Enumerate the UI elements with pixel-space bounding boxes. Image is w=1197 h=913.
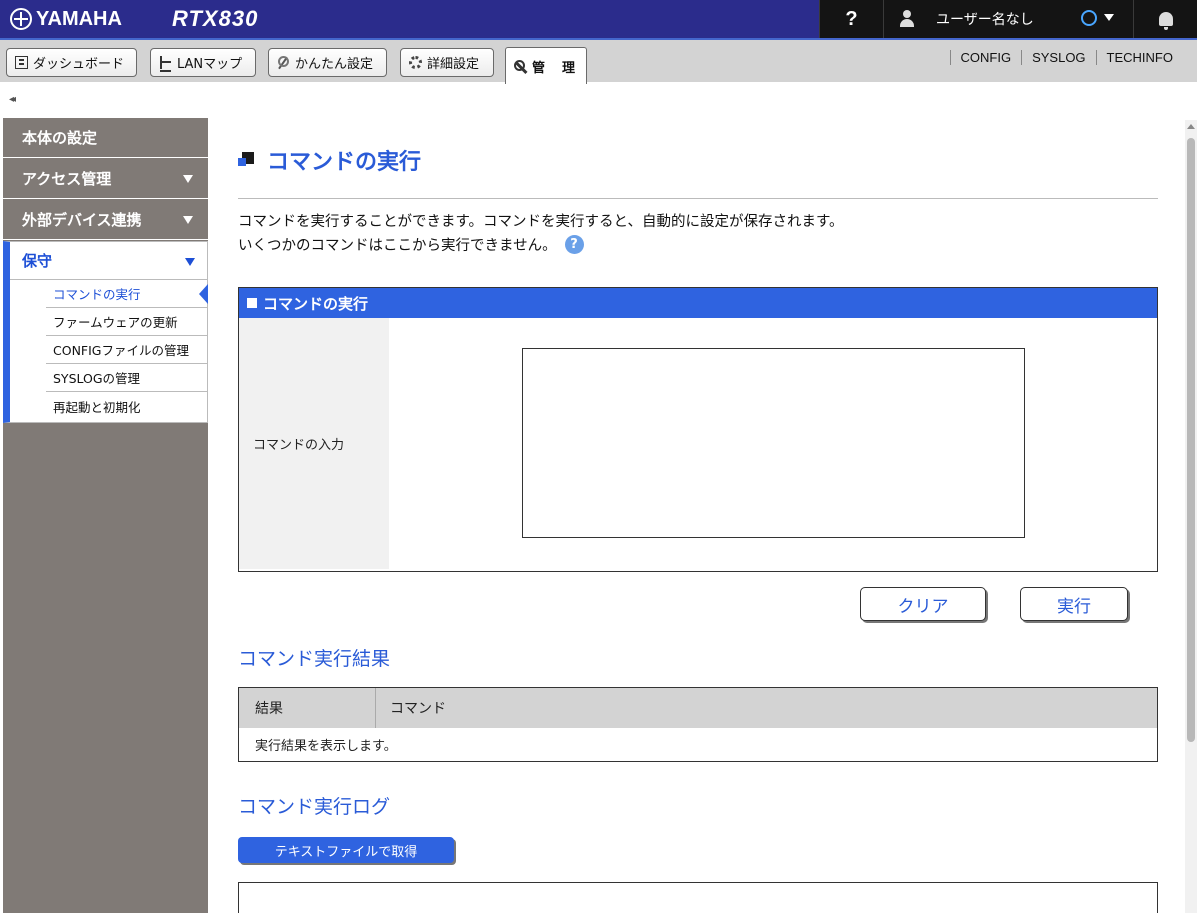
tab-label: かんたん設定	[295, 57, 374, 72]
chevron-down-icon	[1104, 14, 1114, 21]
sidebar-subitem-command-execution[interactable]: コマンドの実行	[46, 280, 208, 308]
sidebar-item-label: 保守	[22, 252, 53, 270]
tab-dashboard[interactable]: ダッシュボード	[6, 48, 137, 77]
lan-map-icon	[159, 56, 172, 72]
user-icon	[900, 10, 914, 28]
syslog-link[interactable]: SYSLOG	[1021, 50, 1095, 65]
top-links: CONFIG SYSLOG TECHINFO	[949, 50, 1183, 65]
tuning-fork-logo-icon	[10, 8, 32, 30]
chevron-down-icon	[183, 175, 193, 183]
tab-advanced-settings[interactable]: 詳細設定	[400, 48, 494, 77]
tab-label: ダッシュボード	[33, 57, 125, 72]
help-button[interactable]: ?	[819, 0, 883, 38]
panel-header: コマンドの実行	[239, 288, 1157, 318]
main-tab-bar: ダッシュボード LANマップ かんたん設定 詳細設定 管 理 CONFIG SY…	[0, 38, 1197, 84]
description-line-1: コマンドを実行することができます。コマンドを実行すると、自動的に設定が保存されま…	[238, 214, 844, 230]
yamaha-logo: YAMAHA	[10, 7, 122, 31]
results-table: 結果 コマンド 実行結果を表示します。	[238, 687, 1158, 762]
command-panel: コマンドの実行 コマンドの入力	[238, 287, 1158, 572]
model-name: RTX830	[172, 6, 259, 31]
collapse-sidebar-icon[interactable]: ◂◂	[9, 94, 16, 105]
title-divider	[238, 198, 1158, 199]
sidebar-item-maintenance[interactable]: 保守	[10, 242, 207, 280]
page-title: コマンドの実行	[238, 144, 421, 176]
help-icon[interactable]: ?	[564, 235, 584, 254]
sidebar-item-external-devices[interactable]: 外部デバイス連携	[3, 200, 208, 240]
sidebar-item-device-settings[interactable]: 本体の設定	[3, 118, 208, 158]
tab-label: 詳細設定	[427, 57, 480, 72]
wrench-icon	[514, 59, 527, 73]
tab-label: 管 理	[532, 60, 578, 76]
results-table-header: 結果 コマンド	[239, 688, 1157, 728]
execute-button[interactable]: 実行	[1020, 587, 1128, 621]
command-input-label: コマンドの入力	[239, 318, 389, 569]
tab-lan-map[interactable]: LANマップ	[150, 48, 256, 77]
description-line-2: いくつかのコマンドはここから実行できません。 ?	[238, 234, 584, 255]
sidebar-subitem-firmware-update[interactable]: ファームウェアの更新	[46, 308, 207, 336]
config-link[interactable]: CONFIG	[949, 50, 1022, 65]
user-menu[interactable]: ユーザー名なし	[883, 0, 1133, 38]
sidebar-subitem-syslog[interactable]: SYSLOGの管理	[46, 364, 207, 392]
log-output	[238, 882, 1158, 913]
chevron-down-icon	[183, 216, 193, 224]
log-heading: コマンド実行ログ	[238, 796, 391, 818]
techinfo-link[interactable]: TECHINFO	[1095, 50, 1183, 65]
sidebar-item-label: アクセス管理	[22, 170, 112, 188]
bell-icon	[1158, 12, 1173, 30]
tab-easy-setup[interactable]: かんたん設定	[268, 48, 387, 77]
description-text: いくつかのコマンドはここから実行できません。	[238, 238, 557, 254]
chevron-down-icon	[185, 258, 195, 266]
status-ring-icon	[1081, 10, 1097, 26]
command-input[interactable]	[522, 348, 1025, 538]
vertical-scrollbar[interactable]	[1185, 120, 1197, 913]
sidebar-subitem-restart-reset[interactable]: 再起動と初期化	[46, 392, 207, 420]
dashboard-icon	[15, 56, 28, 69]
sidebar-item-label: 本体の設定	[22, 129, 98, 147]
sidebar-item-access-management[interactable]: アクセス管理	[3, 159, 208, 199]
scrollbar-thumb[interactable]	[1187, 138, 1195, 742]
question-icon: ?	[845, 7, 858, 30]
title-square-icon	[238, 152, 254, 168]
column-header-command: コマンド	[390, 701, 446, 717]
sidebar: 本体の設定 アクセス管理 外部デバイス連携 保守 コマンドの実行 ファームウェア…	[3, 118, 208, 913]
top-header: YAMAHA RTX830 ? ユーザー名なし	[0, 0, 1197, 38]
tab-label: LANマップ	[177, 57, 243, 72]
results-heading: コマンド実行結果	[238, 648, 391, 670]
sidebar-item-label: 外部デバイス連携	[22, 211, 142, 229]
clear-button[interactable]: クリア	[860, 587, 986, 621]
download-log-button[interactable]: テキストファイルで取得	[238, 837, 454, 863]
header-right-bar: ? ユーザー名なし	[819, 0, 1197, 38]
table-row: 実行結果を表示します。	[255, 739, 397, 754]
page-title-text: コマンドの実行	[267, 150, 422, 175]
sidebar-subitem-config-files[interactable]: CONFIGファイルの管理	[46, 336, 207, 364]
user-name: ユーザー名なし	[936, 12, 1034, 28]
scroll-up-icon[interactable]	[1187, 124, 1195, 129]
notification-button[interactable]	[1133, 0, 1197, 38]
panel-title: コマンドの実行	[263, 294, 369, 313]
magic-wand-icon	[277, 56, 290, 69]
tab-management[interactable]: 管 理	[505, 47, 587, 84]
column-header-result: 結果	[239, 688, 376, 728]
gear-icon	[409, 56, 422, 69]
panel-square-icon	[247, 298, 257, 308]
sidebar-section-maintenance: 保守 コマンドの実行 ファームウェアの更新 CONFIGファイルの管理 SYSL…	[3, 241, 208, 423]
brand-name: YAMAHA	[36, 7, 122, 30]
